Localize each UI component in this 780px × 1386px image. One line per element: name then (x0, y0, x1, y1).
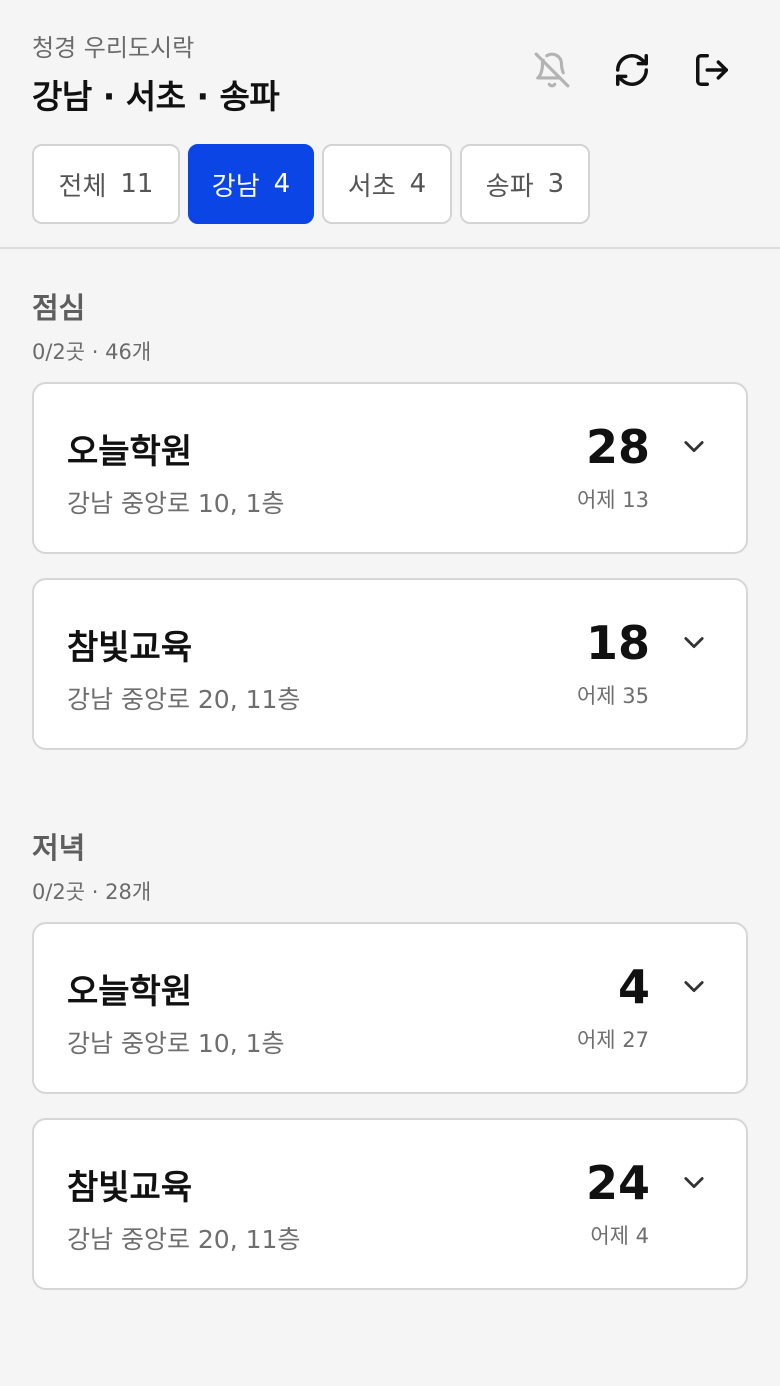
place-address: 강남 중앙로 20, 11층 (67, 1225, 301, 1254)
tab-all[interactable]: 전체 11 (32, 144, 180, 224)
section-title-dinner: 저녁 (32, 831, 86, 865)
page-title: 강남 · 서초 · 송파 (32, 77, 280, 116)
tab-label: 전체 (58, 171, 107, 202)
app-header: 청경 우리도시락 강남 · 서초 · 송파 전체 11 강남 4 서초 4 송파… (0, 0, 780, 249)
tab-seocho[interactable]: 서초 4 (322, 144, 452, 224)
delivery-card[interactable]: 오늘학원 강남 중앙로 10, 1층 4 어제 27 (32, 922, 748, 1094)
place-name: 참빛교육 (67, 628, 193, 668)
order-count: 18 (585, 616, 650, 670)
app-subtitle: 청경 우리도시락 (32, 34, 195, 62)
refresh-button[interactable] (610, 50, 654, 94)
order-count: 4 (617, 960, 650, 1014)
tab-count: 11 (120, 169, 154, 199)
delivery-card[interactable]: 참빛교육 강남 중앙로 20, 11층 24 어제 4 (32, 1118, 748, 1290)
yesterday-count: 어제 27 (576, 1028, 649, 1052)
yesterday-count: 어제 35 (576, 684, 649, 708)
place-name: 오늘학원 (67, 432, 193, 472)
yesterday-count: 어제 13 (576, 488, 649, 512)
tab-count: 4 (409, 169, 427, 199)
yesterday-count: 어제 4 (590, 1224, 649, 1248)
place-name: 참빛교육 (67, 1168, 193, 1208)
refresh-icon (613, 51, 651, 93)
notifications-off-button[interactable] (530, 50, 574, 94)
place-address: 강남 중앙로 20, 11층 (67, 685, 301, 714)
chevron-down-icon[interactable] (680, 432, 708, 460)
tab-label: 송파 (485, 171, 534, 202)
chevron-down-icon[interactable] (680, 1168, 708, 1196)
place-address: 강남 중앙로 10, 1층 (67, 1029, 285, 1058)
tab-label: 서초 (347, 171, 396, 202)
order-count: 24 (585, 1156, 650, 1210)
delivery-card[interactable]: 오늘학원 강남 중앙로 10, 1층 28 어제 13 (32, 382, 748, 554)
tab-gangnam[interactable]: 강남 4 (188, 144, 314, 224)
delivery-card[interactable]: 참빛교육 강남 중앙로 20, 11층 18 어제 35 (32, 578, 748, 750)
section-meta-dinner: 0/2곳 · 28개 (32, 880, 152, 904)
tab-songpa[interactable]: 송파 3 (460, 144, 590, 224)
section-meta-lunch: 0/2곳 · 46개 (32, 340, 152, 364)
order-count: 28 (585, 420, 650, 474)
logout-icon (693, 51, 731, 93)
section-title-lunch: 점심 (32, 291, 86, 325)
logout-button[interactable] (690, 50, 734, 94)
tab-count: 4 (273, 169, 291, 199)
tab-count: 3 (547, 169, 565, 199)
place-name: 오늘학원 (67, 972, 193, 1012)
chevron-down-icon[interactable] (680, 628, 708, 656)
tab-label: 강남 (211, 171, 260, 202)
chevron-down-icon[interactable] (680, 972, 708, 1000)
place-address: 강남 중앙로 10, 1층 (67, 489, 285, 518)
bell-off-icon (533, 51, 571, 93)
